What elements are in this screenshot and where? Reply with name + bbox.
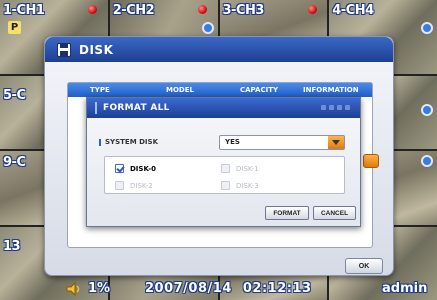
title-dots	[321, 105, 350, 110]
volume-level: 1%	[88, 281, 111, 296]
disk-label: DISK-2	[130, 181, 153, 190]
ptz-badge: P	[8, 21, 21, 34]
time-text: 02:12:13	[242, 281, 312, 296]
motion-icon	[421, 103, 434, 116]
checkbox-icon	[221, 181, 230, 190]
format-button[interactable]: FORMAT	[265, 206, 309, 220]
format-title-bar[interactable]: FORMAT ALL	[87, 98, 360, 118]
status-bar: 1% 2007/08/14 02:12:13 admin	[0, 278, 437, 300]
chevron-down-icon[interactable]	[328, 136, 344, 149]
format-all-dialog: FORMAT ALL SYSTEM DISK YES DISK-0 DISK-1…	[86, 97, 361, 227]
motion-icon	[421, 155, 434, 167]
disk-label: DISK-1	[236, 164, 259, 173]
window-title: DISK	[79, 42, 114, 57]
checkbox-icon	[221, 164, 230, 173]
disk-table-header: TYPE MODEL CAPACITY INFORMATION	[68, 83, 372, 97]
camera-label: 1-CH1	[3, 3, 45, 18]
checkbox-icon	[115, 164, 124, 173]
system-disk-select[interactable]: YES	[219, 135, 345, 150]
camera-label: 4-CH4	[332, 3, 374, 18]
column-header-type: TYPE	[90, 86, 110, 94]
system-disk-value: YES	[225, 138, 240, 146]
disk-title-bar[interactable]: DISK	[45, 37, 393, 62]
disk-2-checkbox[interactable]: DISK-2	[115, 181, 153, 190]
column-header-capacity: CAPACITY	[240, 86, 279, 94]
camera-label: 9-C	[3, 155, 26, 170]
record-icon	[88, 5, 97, 14]
camera-label: 5-C	[3, 87, 26, 103]
title-accent	[95, 102, 97, 114]
user-name: admin	[382, 281, 428, 296]
system-disk-label: SYSTEM DISK	[99, 138, 158, 146]
motion-icon	[421, 22, 434, 34]
checkbox-icon	[115, 181, 124, 190]
datetime: 2007/08/14 02:12:13	[145, 281, 312, 296]
record-icon	[307, 5, 317, 14]
column-header-information: INFORMATION	[303, 86, 359, 94]
camera-label: 2-CH2	[112, 3, 155, 18]
record-icon	[197, 5, 207, 14]
disk-selection-box: DISK-0 DISK-1 DISK-2 DISK-3	[104, 156, 345, 194]
disk-1-checkbox[interactable]: DISK-1	[221, 164, 259, 173]
camera-label: 3-CH3	[222, 3, 265, 18]
disk-0-checkbox[interactable]: DISK-0	[115, 164, 156, 173]
date-text: 2007/08/14	[145, 281, 232, 296]
dialog-title: FORMAT ALL	[103, 103, 170, 113]
motion-icon	[201, 22, 214, 34]
disk-3-checkbox[interactable]: DISK-3	[221, 181, 259, 190]
disk-label: DISK-0	[130, 164, 157, 173]
speaker-icon[interactable]	[66, 282, 82, 296]
camera-label: 13	[3, 238, 21, 254]
disk-label: DISK-3	[236, 181, 259, 190]
ok-button[interactable]: OK	[345, 258, 383, 274]
column-header-model: MODEL	[166, 86, 194, 94]
floppy-disk-icon	[57, 42, 71, 57]
orange-action-button[interactable]	[363, 154, 379, 168]
cancel-button[interactable]: CANCEL	[313, 206, 356, 220]
